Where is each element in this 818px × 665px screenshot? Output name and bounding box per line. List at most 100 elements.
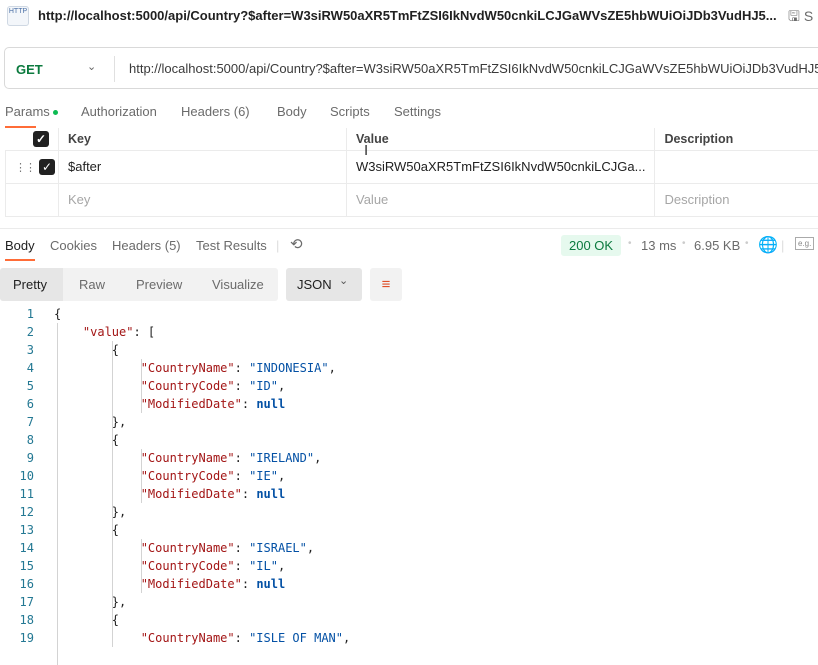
history-icon[interactable]: ⟲ xyxy=(290,235,303,253)
code-line: 3 { xyxy=(0,341,34,359)
tab-response-headers[interactable]: Headers (5) xyxy=(112,238,181,253)
save-button[interactable]: 🖫 S xyxy=(788,6,813,30)
tab-cookies[interactable]: Cookies xyxy=(50,238,97,253)
line-number: 6 xyxy=(0,395,34,413)
line-number: 11 xyxy=(0,485,34,503)
code-token: "CountryCode" xyxy=(141,559,235,573)
code-text: "ModifiedDate": null xyxy=(54,485,285,503)
line-number: 12 xyxy=(0,503,34,521)
example-icon[interactable]: e.g. xyxy=(795,237,814,250)
tab-label: Params xyxy=(5,104,50,119)
code-token: "ISRAEL" xyxy=(249,541,307,555)
response-body-editor[interactable]: 1{2 "value": [3 {4 "CountryName": "INDON… xyxy=(0,305,34,647)
code-token: : xyxy=(235,559,249,573)
chevron-down-icon: ⌄ xyxy=(339,274,348,287)
divider xyxy=(0,228,818,229)
line-number: 13 xyxy=(0,521,34,539)
line-number: 17 xyxy=(0,593,34,611)
code-text: }, xyxy=(54,503,126,521)
drag-handle-icon[interactable]: ⋮⋮ xyxy=(15,162,35,174)
select-all-checkbox[interactable]: ✓ xyxy=(33,131,49,147)
param-description[interactable] xyxy=(655,150,818,183)
code-token xyxy=(54,469,141,483)
chevron-down-icon[interactable]: ⌄ xyxy=(87,60,96,73)
divider xyxy=(114,56,115,82)
code-token: : xyxy=(242,397,256,411)
code-token: "ISLE OF MAN" xyxy=(249,631,343,645)
param-key[interactable]: $after xyxy=(59,150,347,183)
tab-settings[interactable]: Settings xyxy=(394,104,441,119)
tab-authorization[interactable]: Authorization xyxy=(81,104,157,119)
indent-guide xyxy=(112,341,113,647)
code-text: "value": [ xyxy=(54,323,155,341)
mode-raw[interactable]: Raw xyxy=(79,277,105,292)
tab-scripts[interactable]: Scripts xyxy=(330,104,370,119)
code-token: : xyxy=(235,451,249,465)
code-text: "CountryName": "IRELAND", xyxy=(54,449,321,467)
code-line: 2 "value": [ xyxy=(0,323,34,341)
tab-headers[interactable]: Headers (6) xyxy=(181,104,250,119)
code-token: "CountryName" xyxy=(141,541,235,555)
view-mode-switch: Pretty Raw Preview Visualize xyxy=(0,268,278,301)
mode-visualize[interactable]: Visualize xyxy=(212,277,264,292)
value-input[interactable]: Value xyxy=(347,183,655,216)
divider: | xyxy=(781,238,784,253)
code-line: 15 "CountryCode": "IL", xyxy=(0,557,34,575)
table-row: ⋮⋮ ✓ $after W3siRW50aXR5TmFtZSI6IkNvdW50c… xyxy=(6,150,818,183)
response-size[interactable]: 6.95 KB xyxy=(694,238,740,253)
indent-guide xyxy=(141,449,142,503)
format-select[interactable]: JSON ⌄ xyxy=(286,268,362,301)
code-token: , xyxy=(343,631,350,645)
code-token: : xyxy=(235,379,249,393)
code-token: : xyxy=(242,577,256,591)
tab-params[interactable]: Params xyxy=(5,104,58,119)
code-token: : [ xyxy=(133,325,155,339)
code-text: "CountryName": "ISLE OF MAN", xyxy=(54,629,350,647)
key-input[interactable]: Key xyxy=(59,183,347,216)
code-text: { xyxy=(54,305,61,323)
code-text: "CountryCode": "ID", xyxy=(54,377,285,395)
code-token: , xyxy=(278,379,285,393)
param-value[interactable]: W3siRW50aXR5TmFtZSI6IkNvdW50cnkiLCJGa... xyxy=(347,150,655,183)
code-text: "ModifiedDate": null xyxy=(54,395,285,413)
code-text: "CountryCode": "IE", xyxy=(54,467,285,485)
code-token: { xyxy=(54,343,119,357)
code-token xyxy=(54,379,141,393)
line-number: 14 xyxy=(0,539,34,557)
code-line: 8 { xyxy=(0,431,34,449)
save-label: S xyxy=(804,8,813,24)
code-token xyxy=(54,397,141,411)
code-token: { xyxy=(54,523,119,537)
request-title[interactable]: http://localhost:5000/api/Country?$after… xyxy=(38,8,777,23)
status-badge[interactable]: 200 OK xyxy=(561,235,621,256)
line-number: 3 xyxy=(0,341,34,359)
code-token: , xyxy=(278,559,285,573)
response-time[interactable]: 13 ms xyxy=(641,238,676,253)
indent-guide xyxy=(57,323,58,665)
code-text: { xyxy=(54,521,119,539)
code-token: : xyxy=(235,541,249,555)
code-line: 6 "ModifiedDate": null xyxy=(0,395,34,413)
description-input[interactable]: Description xyxy=(655,183,818,216)
mode-preview[interactable]: Preview xyxy=(136,277,182,292)
code-token: : xyxy=(235,631,249,645)
code-line: 12 }, xyxy=(0,503,34,521)
method-select[interactable]: GET xyxy=(16,62,43,77)
code-token: , xyxy=(307,541,314,555)
code-text: { xyxy=(54,431,119,449)
code-line: 5 "CountryCode": "ID", xyxy=(0,377,34,395)
tab-response-body[interactable]: Body xyxy=(5,238,35,253)
url-input[interactable]: http://localhost:5000/api/Country?$after… xyxy=(129,61,818,76)
code-text: "CountryName": "INDONESIA", xyxy=(54,359,336,377)
tab-test-results[interactable]: Test Results xyxy=(196,238,267,253)
mode-pretty[interactable]: Pretty xyxy=(13,277,47,292)
globe-icon[interactable]: 🌐 xyxy=(758,235,778,255)
separator-dot: • xyxy=(628,238,632,249)
code-line: 7 }, xyxy=(0,413,34,431)
tab-body[interactable]: Body xyxy=(277,104,307,119)
row-checkbox[interactable]: ✓ xyxy=(39,159,55,175)
indent-guide xyxy=(141,359,142,413)
code-line: 19 "CountryName": "ISLE OF MAN", xyxy=(0,629,34,647)
code-token xyxy=(54,559,141,573)
wrap-lines-icon[interactable]: ≡ xyxy=(370,268,402,301)
